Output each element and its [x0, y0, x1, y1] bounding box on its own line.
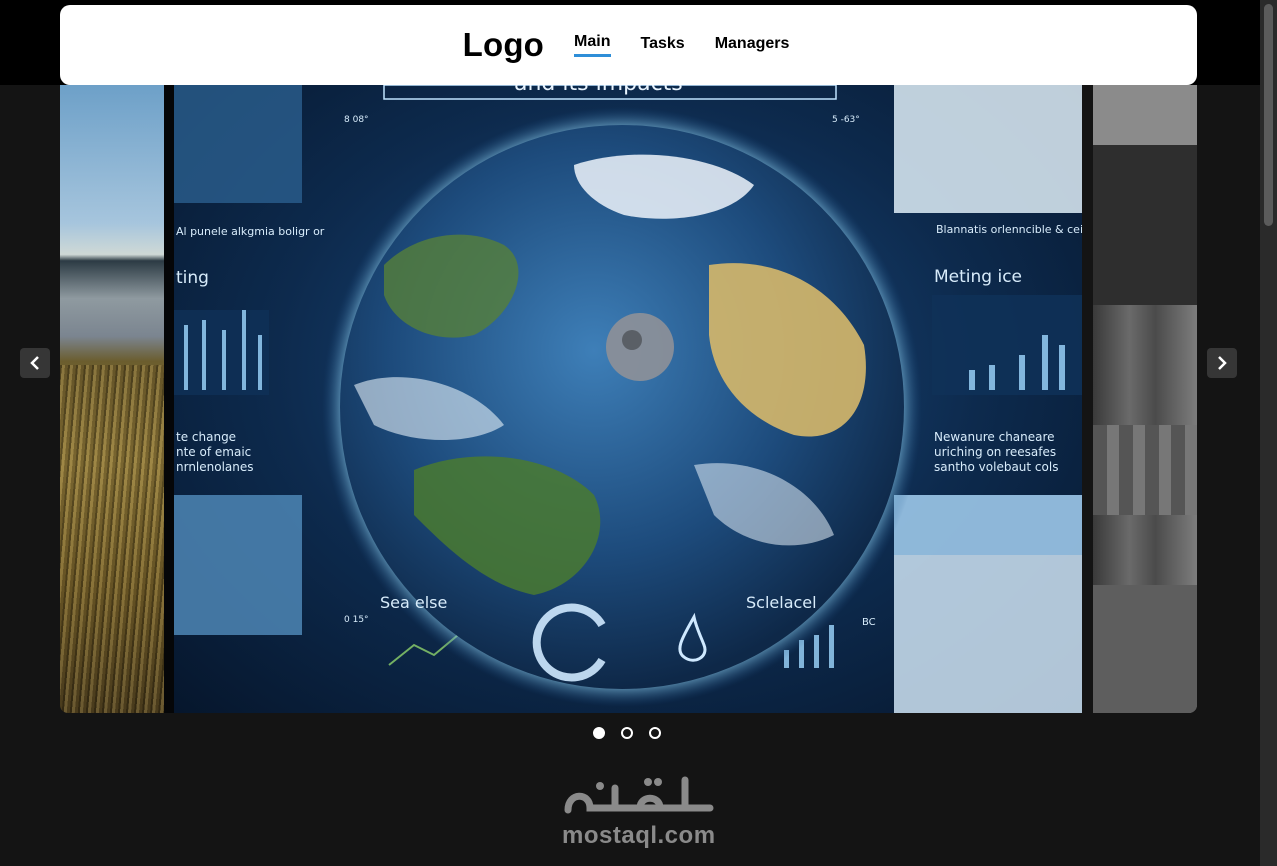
chevron-left-icon — [30, 356, 39, 370]
building-dark — [1093, 145, 1197, 305]
building-top — [1093, 85, 1197, 145]
carousel-indicator-3[interactable] — [649, 727, 661, 739]
slide-next-preview — [1093, 85, 1197, 713]
infographic-value-3: 0 15° — [344, 615, 369, 625]
header-nav-group: Logo Main Tasks Managers — [463, 26, 790, 64]
infographic-left-block-3: nrnlenolanes — [176, 460, 254, 474]
infographic-value-1: 8 08° — [344, 115, 369, 125]
watermark-text: mostaql.com — [562, 822, 716, 849]
building-base — [1093, 585, 1197, 713]
carousel-next-button[interactable] — [1207, 348, 1237, 378]
infographic-right-block-1: Newanure chaneare — [934, 430, 1055, 444]
infographic-left-bottom: Sea else — [380, 593, 448, 612]
infographic-left-caption: Al punele alkgmia boligr or — [176, 225, 325, 238]
nav-link-main[interactable]: Main — [574, 33, 611, 57]
vertical-scrollbar[interactable] — [1260, 0, 1277, 866]
infographic-left-block-2: nte of emaic — [176, 445, 252, 459]
carousel-indicator-1[interactable] — [593, 727, 605, 739]
image-carousel: and its impacts Al punele alkgmia boligr… — [60, 85, 1197, 713]
reeds-texture — [60, 365, 164, 713]
nav-link-tasks[interactable]: Tasks — [641, 35, 685, 56]
slide-divider — [164, 85, 174, 713]
infographic-left-heading: ting — [176, 268, 209, 288]
carousel-prev-button[interactable] — [20, 348, 50, 378]
slide-previous-preview — [60, 85, 164, 713]
nav-link-managers[interactable]: Managers — [715, 35, 790, 56]
climate-infographic-image — [174, 85, 1082, 713]
infographic-value-4: BC — [862, 617, 876, 628]
carousel-indicator-2[interactable] — [621, 727, 633, 739]
infographic-right-heading: Meting ice — [934, 267, 1023, 287]
infographic-right-block-3: santho volebaut cols — [934, 460, 1059, 474]
logo[interactable]: Logo — [463, 26, 544, 64]
infographic-right-bottom: Sclelacel — [746, 593, 817, 612]
infographic-right-caption: Blannatis orlenncible & ceil on tle — [936, 223, 1082, 236]
infographic-right-block-2: uriching on reesafes — [934, 445, 1057, 459]
infographic-title: and its impacts — [514, 85, 683, 96]
infographic-left-block-1: te change — [176, 430, 237, 444]
watermark-logo — [564, 776, 714, 814]
infographic-value-2: 5 -63° — [832, 115, 860, 125]
scrollbar-thumb[interactable] — [1264, 4, 1273, 226]
slide-active-climate-infographic: and its impacts Al punele alkgmia boligr… — [174, 85, 1082, 713]
site-header: Logo Main Tasks Managers — [60, 5, 1197, 85]
chevron-right-icon — [1218, 356, 1227, 370]
slide-gap — [1082, 85, 1093, 713]
building-ornament — [1093, 425, 1197, 515]
carousel-indicators — [593, 727, 661, 739]
